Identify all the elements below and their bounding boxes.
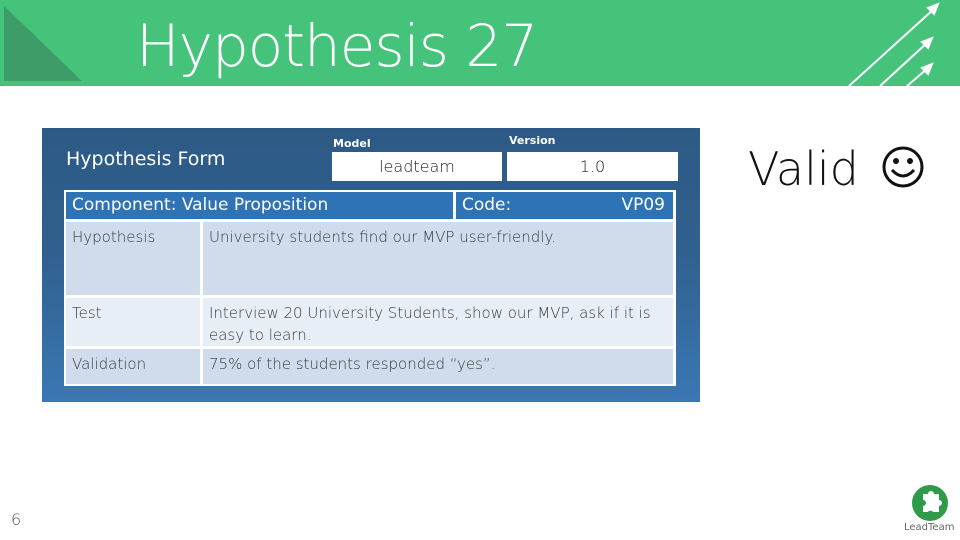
header-triangle-decoration [4, 6, 82, 81]
code-value: VP09 [621, 195, 665, 215]
code-header: Code: VP09 [456, 192, 673, 219]
slide-title: Hypothesis 27 [136, 12, 538, 80]
page-number: 6 [11, 510, 22, 529]
row-label-test: Test [66, 298, 200, 346]
model-field[interactable]: leadteam [332, 152, 502, 181]
status-text: Valid [748, 142, 859, 196]
form-title: Hypothesis Form [66, 148, 226, 170]
version-field[interactable]: 1.0 [507, 152, 678, 181]
validation-status: Valid [748, 142, 925, 196]
row-value-test: Interview 20 University Students, show o… [203, 298, 673, 346]
row-label-hypothesis: Hypothesis [66, 222, 200, 295]
component-header: Component: Value Proposition [66, 192, 453, 219]
model-label: Model [333, 137, 371, 150]
code-label: Code: [462, 195, 512, 215]
slide-header: Hypothesis 27 [0, 0, 960, 86]
version-label: Version [509, 134, 556, 147]
hypothesis-form: Hypothesis Form Model leadteam Version 1… [42, 128, 700, 402]
logo-text: LeadTeam [904, 522, 955, 533]
row-label-validation: Validation [66, 349, 200, 384]
growth-arrows-icon [848, 2, 940, 86]
smiley-face-icon [882, 146, 924, 188]
row-value-validation: 75% of the students responded “yes”. [203, 349, 673, 384]
hypothesis-table: Component: Value Proposition Code: VP09 … [64, 190, 676, 386]
row-value-hypothesis: University students find our MVP user-fr… [203, 222, 673, 295]
